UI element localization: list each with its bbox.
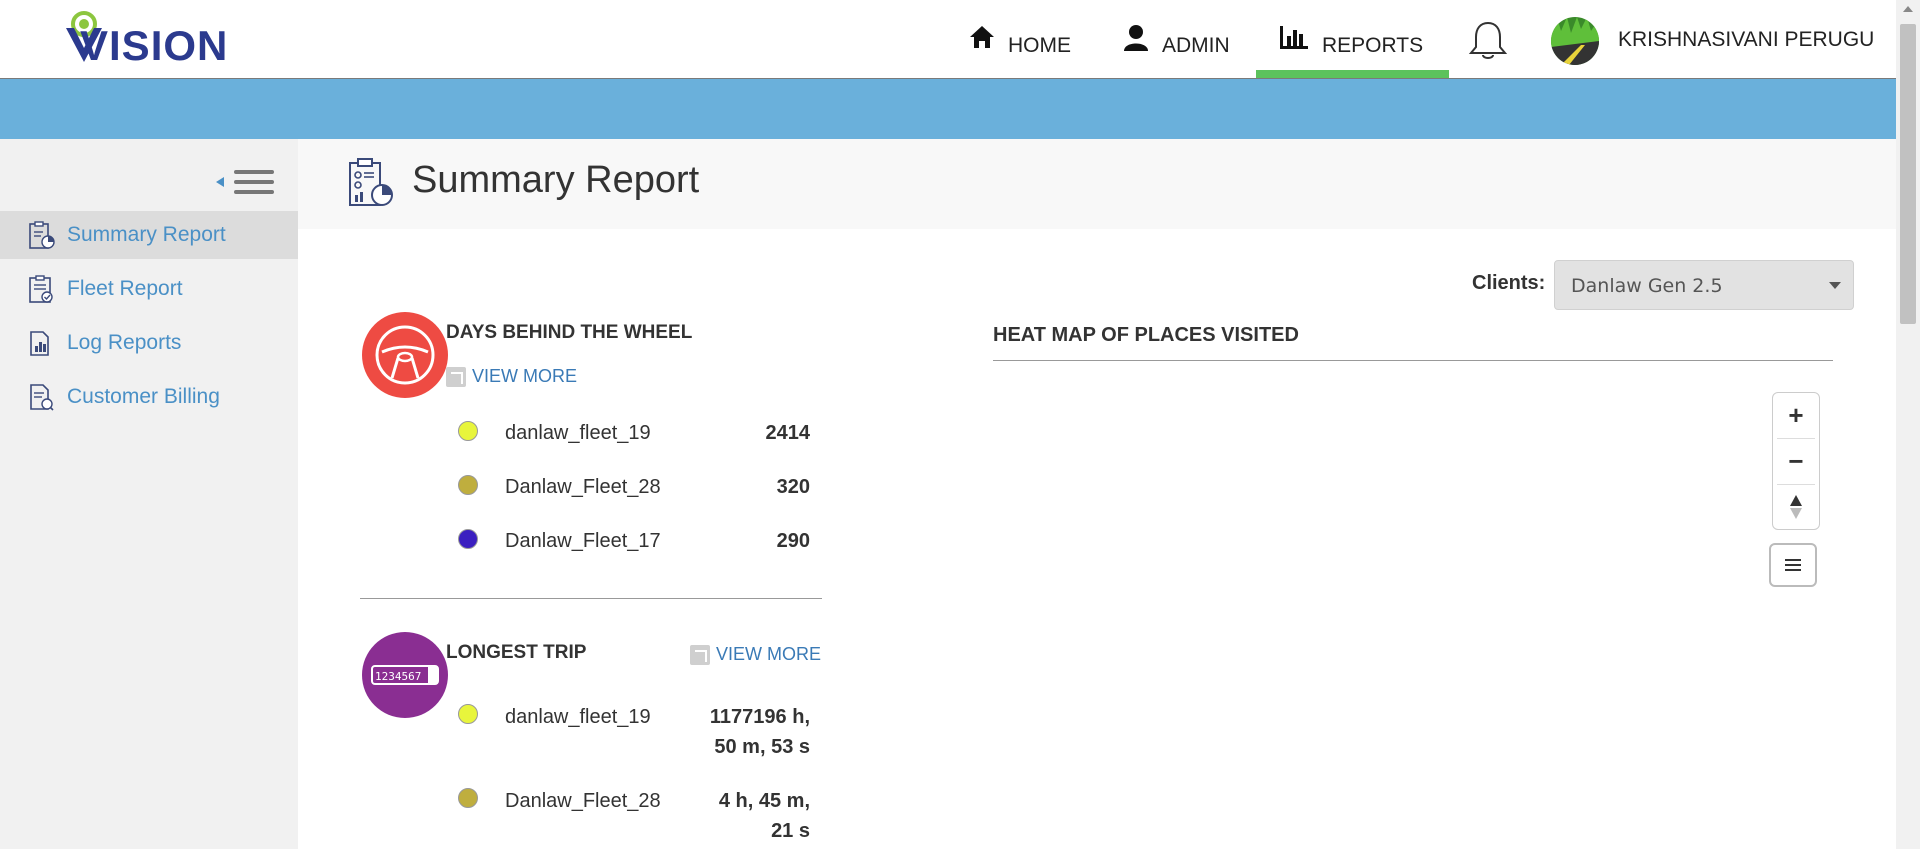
bell-icon (1468, 21, 1508, 59)
legend-dot (458, 475, 478, 495)
summary-report-icon (349, 158, 393, 206)
days-behind-wheel-title: DAYS BEHIND THE WHEEL (446, 322, 693, 343)
list-item-name: Danlaw_Fleet_17 (505, 530, 661, 552)
nav-admin[interactable]: ADMIN (1122, 24, 1230, 78)
nav-reports-label: REPORTS (1322, 34, 1424, 57)
legend-dot (458, 704, 478, 724)
list-item-value: 1177196 h, 50 m, 53 s (660, 702, 810, 762)
chevron-down-icon (1829, 282, 1841, 289)
odometer-badge: 1234567 (362, 632, 448, 718)
sidebar-item-summary-report[interactable]: Summary Report (0, 211, 298, 259)
list-item-value: 2414 (765, 422, 811, 444)
trip-view-more-link[interactable]: VIEW MORE (690, 644, 821, 665)
sidebar-item-label: Customer Billing (67, 385, 220, 408)
legend-dot (458, 421, 478, 441)
odometer-digits: 1234567 (375, 670, 421, 683)
external-link-icon (690, 644, 710, 665)
page-title: Summary Report (412, 159, 700, 201)
nav-admin-label: ADMIN (1162, 34, 1230, 57)
value-line: 1177196 h, (709, 706, 810, 728)
legend-dot (458, 529, 478, 549)
clients-select[interactable]: Danlaw Gen 2.5 (1554, 260, 1854, 310)
heat-map-divider (993, 360, 1833, 361)
clients-label: Clients: (1472, 272, 1546, 294)
sidebar-item-label: Fleet Report (67, 277, 183, 300)
user-icon (1124, 25, 1148, 51)
top-navbar: VISION HOME ADMIN REPORTS KRISHNASIVANI … (0, 0, 1896, 79)
sidebar-item-customer-billing[interactable]: Customer Billing (0, 373, 298, 421)
longest-trip-title: LONGEST TRIP (446, 642, 587, 663)
menu-collapse-icon (216, 170, 274, 194)
legend-dot (458, 788, 478, 808)
view-more-label: VIEW MORE (472, 366, 578, 386)
view-more-label: VIEW MORE (716, 644, 822, 664)
scroll-up-arrow-icon[interactable] (1903, 6, 1913, 12)
value-line: 4 h, 45 m, (718, 790, 810, 812)
user-name[interactable]: KRISHNASIVANI PERUGU (1618, 28, 1874, 52)
nav-reports[interactable]: REPORTS (1256, 24, 1449, 78)
list-item-value: 290 (776, 530, 810, 552)
compass-icon (1790, 495, 1802, 519)
menu-icon (1785, 559, 1801, 571)
nav-home-label: HOME (1008, 34, 1071, 57)
sidebar-collapse-button[interactable] (214, 165, 278, 199)
section-divider (360, 598, 822, 599)
bar-chart-icon (1280, 26, 1308, 49)
value-line: 50 m, 53 s (714, 736, 810, 758)
nav-home[interactable]: HOME (968, 24, 1071, 78)
summary-report-icon (29, 221, 55, 249)
heat-map-area[interactable] (993, 362, 1833, 849)
avatar-image (1551, 17, 1599, 65)
map-layers-button[interactable] (1769, 543, 1817, 587)
header-band (0, 79, 1896, 139)
home-icon (970, 26, 994, 48)
sidebar: Summary Report Fleet Report Log Reports (0, 139, 298, 849)
heat-map-title: HEAT MAP OF PLACES VISITED (993, 324, 1299, 346)
clients-selected-value: Danlaw Gen 2.5 (1571, 275, 1723, 297)
steering-wheel-icon (375, 325, 435, 385)
map-zoom-controls: + − (1772, 392, 1820, 530)
brand-name: VISION (80, 22, 229, 69)
reset-north-button[interactable] (1773, 485, 1819, 529)
odometer-icon: 1234567 (371, 665, 439, 685)
value-line: 21 s (771, 820, 810, 842)
zoom-in-button[interactable]: + (1773, 393, 1819, 437)
sidebar-item-fleet-report[interactable]: Fleet Report (0, 265, 298, 313)
log-reports-icon (30, 331, 49, 356)
fleet-report-icon (29, 275, 53, 303)
sidebar-item-log-reports[interactable]: Log Reports (0, 319, 298, 367)
list-item-name: danlaw_fleet_19 (505, 422, 651, 444)
notifications-button[interactable] (1466, 18, 1510, 62)
external-link-icon (446, 366, 466, 387)
zoom-out-button[interactable]: − (1773, 439, 1819, 483)
sidebar-item-label: Summary Report (67, 223, 226, 246)
list-item-value: 4 h, 45 m, 21 s (660, 786, 810, 846)
avatar[interactable] (1551, 17, 1599, 65)
days-view-more-link[interactable]: VIEW MORE (446, 366, 577, 387)
list-item-name: Danlaw_Fleet_28 (505, 790, 661, 812)
sidebar-item-label: Log Reports (67, 331, 182, 354)
list-item-name: danlaw_fleet_19 (505, 706, 651, 728)
page-header: Summary Report (298, 139, 1896, 229)
list-item-name: Danlaw_Fleet_28 (505, 476, 661, 498)
customer-billing-icon (30, 384, 54, 411)
list-item-value: 320 (776, 476, 810, 498)
scrollbar-thumb[interactable] (1900, 24, 1916, 324)
steering-wheel-badge (362, 312, 448, 398)
